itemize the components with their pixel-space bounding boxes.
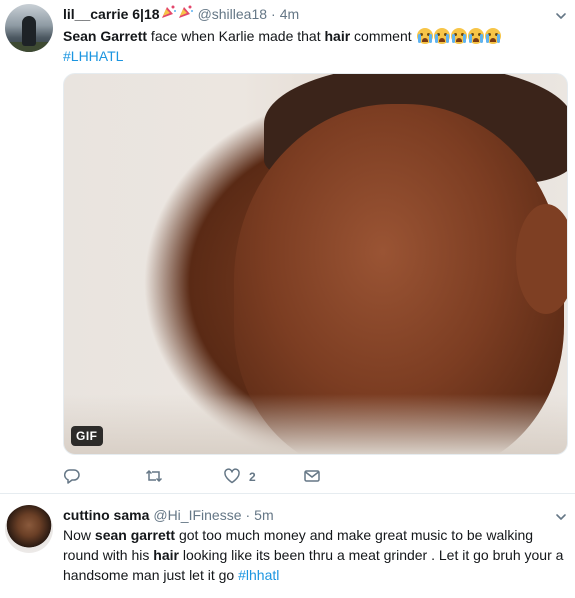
direct-message-button[interactable] <box>303 466 321 488</box>
retweet-button[interactable] <box>145 466 163 488</box>
text-segment: comment <box>350 28 416 44</box>
tweet-text: Now sean garrett got too much money and … <box>63 525 565 585</box>
tweet-actions: 2 <box>63 466 363 488</box>
user-handle[interactable]: @shillea18 <box>198 4 267 24</box>
reply-icon <box>63 467 81 488</box>
avatar[interactable] <box>5 4 53 52</box>
reply-button[interactable] <box>63 466 81 488</box>
keyword: hair <box>153 547 179 563</box>
loudly-crying-face-emoji <box>467 28 484 44</box>
tweet-header: lil__carrie 6|18 @shillea18 · 4m <box>63 4 565 24</box>
timestamp[interactable]: 4m <box>280 4 299 24</box>
like-count: 2 <box>249 470 256 484</box>
display-name[interactable]: cuttino sama <box>63 505 149 525</box>
chevron-down-icon[interactable] <box>555 9 567 21</box>
timestamp[interactable]: 5m <box>254 505 273 525</box>
hashtag-link[interactable]: #LHHATL <box>63 48 123 64</box>
tweet[interactable]: cuttino sama @Hi_IFinesse · 5m Now sean … <box>0 495 575 598</box>
loudly-crying-face-emoji <box>433 28 450 44</box>
envelope-icon <box>303 467 321 488</box>
tweet-content: lil__carrie 6|18 @shillea18 · 4m Sean Ga… <box>63 4 565 66</box>
text-segment: Now <box>63 527 95 543</box>
keyword: hair <box>324 28 351 44</box>
like-button[interactable]: 2 <box>223 466 256 488</box>
loudly-crying-face-emoji <box>450 28 467 44</box>
tweet-text: Sean Garrett face when Karlie made that … <box>63 26 565 66</box>
keyword: sean garrett <box>94 527 176 543</box>
loudly-crying-face-emoji <box>484 28 501 44</box>
party-popper-emoji <box>178 4 194 19</box>
tweet-header: cuttino sama @Hi_IFinesse · 5m <box>63 505 565 525</box>
gif-media[interactable]: GIF <box>63 73 568 455</box>
loudly-crying-face-emoji <box>416 28 433 44</box>
user-handle[interactable]: @Hi_IFinesse <box>153 505 241 525</box>
text-segment: face when Karlie made that <box>147 28 325 44</box>
hashtag-link[interactable]: #lhhatl <box>238 567 279 583</box>
heart-icon <box>223 467 241 488</box>
separator-dot: · <box>245 507 251 523</box>
avatar[interactable] <box>5 505 53 553</box>
keyword: Sean Garrett <box>63 28 148 44</box>
tweet-content: cuttino sama @Hi_IFinesse · 5m Now sean … <box>63 505 565 585</box>
gif-badge: GIF <box>71 426 103 446</box>
chevron-down-icon[interactable] <box>555 510 567 522</box>
party-popper-emoji <box>161 4 177 19</box>
tweet[interactable]: lil__carrie 6|18 @shillea18 · 4m Sean Ga… <box>0 0 575 494</box>
display-name[interactable]: lil__carrie 6|18 <box>63 4 160 24</box>
separator-dot: · <box>271 6 276 22</box>
retweet-icon <box>145 467 163 488</box>
